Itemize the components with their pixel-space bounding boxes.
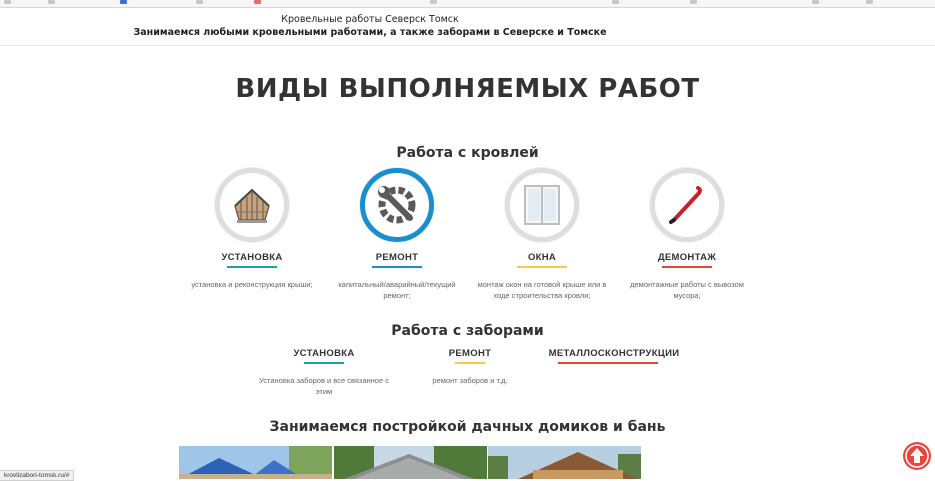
gallery-photo[interactable] <box>488 446 641 479</box>
label-underline <box>662 266 712 268</box>
bookmark-icon[interactable] <box>866 0 873 4</box>
roof-card-desc: капитальный/аварийный/текущий ремонт; <box>338 280 456 300</box>
roof-section-title: Работа с кровлей <box>396 145 539 161</box>
house-frame-icon <box>234 188 270 223</box>
scroll-to-top-button[interactable] <box>903 442 931 470</box>
bookmark-icon[interactable] <box>430 0 437 4</box>
window-icon <box>524 185 560 225</box>
roof-card-label[interactable]: ОКНА <box>472 252 612 263</box>
site-title: Кровельные работы Северск Томск <box>281 14 459 25</box>
crowbar-icon <box>669 186 702 224</box>
browser-bookmarks-strip <box>0 0 935 8</box>
fence-card-label[interactable]: МЕТАЛЛОСКОНСТРУКЦИИ <box>544 348 684 359</box>
label-underline <box>455 362 485 364</box>
bookmark-icon[interactable] <box>196 0 203 4</box>
fence-card-label[interactable]: УСТАНОВКА <box>254 348 394 359</box>
label-underline <box>372 266 422 268</box>
site-tagline: Занимаемся любыми кровельными работами, … <box>133 27 607 38</box>
label-underline <box>517 266 567 268</box>
dacha-section-title: Занимаемся постройкой дачных домиков и б… <box>269 419 666 435</box>
fence-section-title: Работа с заборами <box>391 323 544 339</box>
bookmark-icon[interactable] <box>4 0 11 4</box>
arrow-up-icon <box>905 444 929 468</box>
gallery-photo[interactable] <box>179 446 332 479</box>
fence-card-desc: ремонт заборов и т.д. <box>432 376 508 385</box>
roof-repair-circle[interactable] <box>360 168 434 242</box>
site-header: Кровельные работы Северск Томск Занимаем… <box>0 8 935 46</box>
roof-card-desc: установка и реконструкция крыши; <box>191 280 313 289</box>
roof-card-label[interactable]: РЕМОНТ <box>327 252 467 263</box>
roof-card-label[interactable]: УСТАНОВКА <box>182 252 322 263</box>
roof-card-desc: монтаж окон на готовой крыше или в ходе … <box>477 280 607 300</box>
roof-card-label[interactable]: ДЕМОНТАЖ <box>617 252 757 263</box>
bookmark-icon[interactable] <box>48 0 55 4</box>
wrench-gear-icon <box>378 186 416 224</box>
roof-demolition-circle[interactable] <box>650 168 724 242</box>
label-underline <box>558 362 658 364</box>
roof-install-circle[interactable] <box>215 168 289 242</box>
bookmark-icon[interactable] <box>812 0 819 4</box>
bookmark-icon[interactable] <box>612 0 619 4</box>
roof-windows-circle[interactable] <box>505 168 579 242</box>
fence-card-label[interactable]: РЕМОНТ <box>400 348 540 359</box>
roof-card-desc: демонтажные работы с вывозом мусора; <box>630 280 744 300</box>
bookmark-icon[interactable] <box>120 0 127 4</box>
gallery-photo[interactable] <box>334 446 487 479</box>
page-title: ВИДЫ ВЫПОЛНЯЕМЫХ РАБОТ <box>235 74 700 104</box>
bookmark-icon[interactable] <box>690 0 697 4</box>
label-underline <box>227 266 277 268</box>
status-bar-url: krovlizabori-tomsk.ru/# <box>0 470 75 481</box>
bookmark-icon[interactable] <box>254 0 261 4</box>
label-underline <box>304 362 344 364</box>
fence-card-desc: Установка заборов и все связанное с этим <box>259 376 389 396</box>
